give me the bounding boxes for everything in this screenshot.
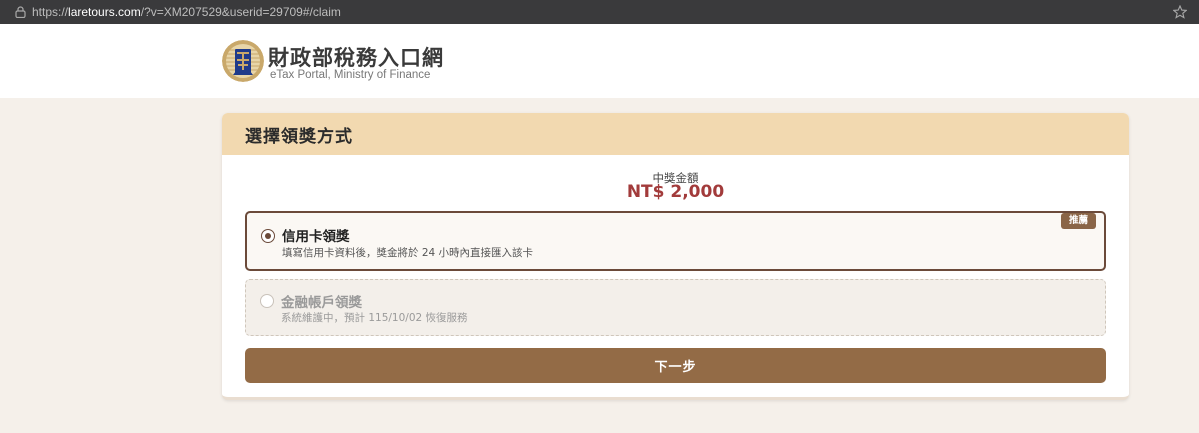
option-credit-card[interactable]: 信用卡領獎 填寫信用卡資料後，獎金將於 24 小時內直接匯入該卡 推薦 xyxy=(245,211,1106,271)
option-description: 填寫信用卡資料後，獎金將於 24 小時內直接匯入該卡 xyxy=(282,247,534,259)
star-icon[interactable] xyxy=(1173,3,1189,21)
site-subtitle: eTax Portal, Ministry of Finance xyxy=(270,69,431,81)
card-header: 選擇領獎方式 xyxy=(222,113,1129,155)
option-description: 系統維護中，預計 115/10/02 恢復服務 xyxy=(281,312,468,324)
option-title: 金融帳戶領獎 xyxy=(281,295,362,311)
next-button[interactable]: 下一步 xyxy=(245,348,1106,383)
ministry-seal-logo[interactable] xyxy=(222,40,264,82)
browser-address-bar[interactable]: https://laretours.com/?v=XM207529&userid… xyxy=(0,0,1199,24)
address-url[interactable]: https://laretours.com/?v=XM207529&userid… xyxy=(32,5,341,19)
option-title: 信用卡領獎 xyxy=(282,229,350,245)
radio-bank-account[interactable] xyxy=(260,294,274,308)
recommended-badge: 推薦 xyxy=(1060,213,1096,229)
site-header: 財政部稅務入口網 eTax Portal, Ministry of Financ… xyxy=(0,24,1199,98)
site-title: 財政部稅務入口網 xyxy=(268,45,444,70)
prize-amount-value: NT$ 2,000 xyxy=(626,182,725,202)
lock-icon xyxy=(10,0,30,24)
radio-credit-card[interactable] xyxy=(261,229,275,243)
card-title: 選擇領獎方式 xyxy=(245,126,353,147)
claim-method-card: 選擇領獎方式 中獎金額 NT$ 2,000 信用卡領獎 填寫信用卡資料後，獎金將… xyxy=(222,113,1129,400)
option-bank-account[interactable]: 金融帳戶領獎 系統維護中，預計 115/10/02 恢復服務 xyxy=(245,279,1106,336)
